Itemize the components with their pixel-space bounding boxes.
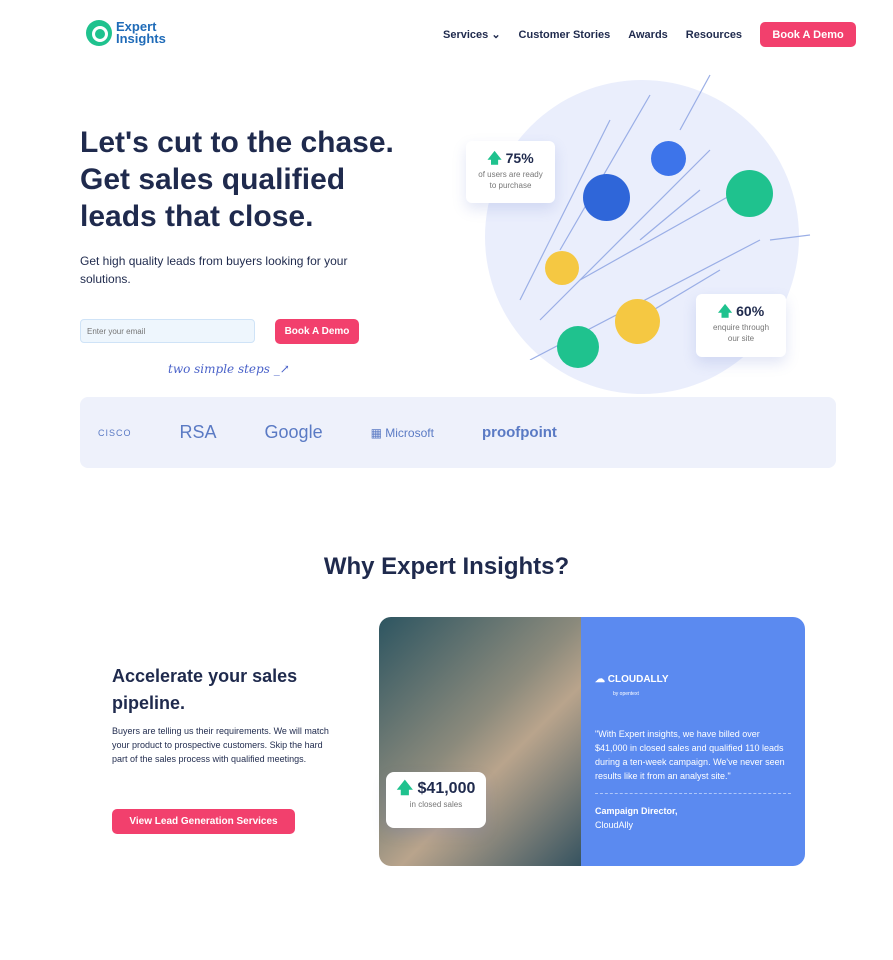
arrow-icon: _↗ [273,362,290,376]
chat-icon [651,141,686,176]
hero-subtitle: Get high quality leads from buyers looki… [80,254,348,286]
stat-card-60: 🡅 60% enquire through our site [696,294,786,357]
avatar-man [583,174,630,221]
nav-services[interactable]: Services ⌄ [443,28,501,41]
magnifier-logo-icon [86,20,112,46]
cloudally-logo: ☁ CLOUDALLY [595,674,669,685]
avatar-woman-2 [557,326,599,368]
stat-card-75: 🡅 75% of users are ready to purchase [466,141,555,203]
why-title: Why Expert Insights? [323,553,570,580]
cloudally-sub: by opentext [613,691,639,697]
book-demo-nav-button[interactable]: Book A Demo [760,22,857,47]
arrow-up-icon: 🡅 [487,150,502,166]
main-nav: Services ⌄ Customer Stories Awards Resou… [443,22,857,47]
view-lead-gen-button[interactable]: View Lead Generation Services [112,809,295,834]
logo-text-2: Insights [116,31,166,46]
logo-proofpoint: proofpoint [481,424,557,441]
chevron-down-icon: ⌄ [491,29,501,41]
logo-cisco: CISCO [98,427,132,438]
why-body: Buyers are telling us their requirements… [112,726,329,764]
logo-google: Google [264,422,323,442]
testimonial-quote: "With Expert insights, we have billed ov… [595,729,785,781]
windows-icon: ▦ [370,425,382,440]
nav-customer-stories[interactable]: Customer Stories [519,29,611,41]
avatar-woman-1 [615,299,660,344]
why-heading: Accelerate your sales pipeline. [112,666,298,713]
handshake-photo [379,617,581,866]
nav-resources[interactable]: Resources [686,29,742,41]
logo-rsa: RSA [179,422,217,442]
testimonial-card: ☁ CLOUDALLY by opentext "With Expert ins… [379,617,805,866]
two-steps-note: two simple steps _↗ [168,362,290,376]
closed-sales-card: 🡅 $41,000 in closed sales [386,772,486,828]
handshake-icon [545,251,579,285]
testimonial-author: Campaign Director, [595,806,678,816]
logo-microsoft: ▦ Microsoft [370,425,434,440]
nav-awards[interactable]: Awards [628,29,668,41]
hero-title: Let's cut to the chase. Get sales qualif… [80,126,394,233]
book-demo-hero-button[interactable]: Book A Demo [275,319,359,344]
arrow-up-icon: 🡅 [717,303,733,319]
logo[interactable]: Expert Insights [86,20,166,46]
email-input[interactable] [80,319,255,343]
arrow-up-icon: 🡅 [396,780,414,797]
client-logos: CISCO RSA Google ▦ Microsoft proofpoint [80,397,836,468]
testimonial-company: CloudAlly [595,820,634,830]
meeting-icon [726,170,773,217]
